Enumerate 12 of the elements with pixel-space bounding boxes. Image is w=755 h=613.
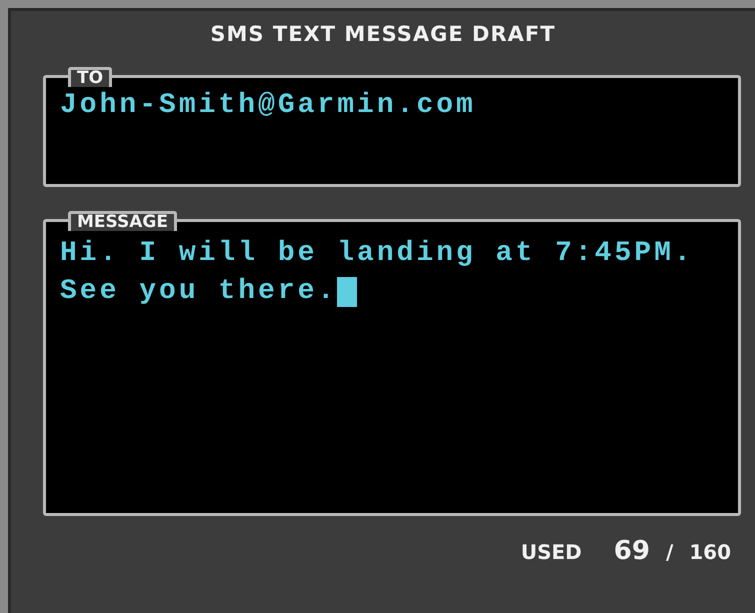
- used-count: 69: [614, 534, 650, 568]
- message-line: See you there.: [60, 274, 338, 308]
- recipient-text: John-Smith@Garmin.com: [60, 88, 476, 122]
- message-field[interactable]: MESSAGE Hi. I will be landing at 7:45PM. See you there.: [43, 210, 741, 516]
- separator-text: /: [666, 538, 674, 566]
- message-line: Hi. I will be landing at 7:45PM.: [60, 236, 694, 270]
- field-label: TO: [68, 66, 112, 86]
- window-title: SMS TEXT MESSAGE DRAFT: [209, 21, 557, 48]
- limit-count: 160: [689, 538, 731, 566]
- field-label: MESSAGE: [68, 210, 177, 230]
- recipient-field[interactable]: TO John-Smith@Garmin.com: [43, 66, 741, 186]
- used-label: USED: [520, 538, 582, 566]
